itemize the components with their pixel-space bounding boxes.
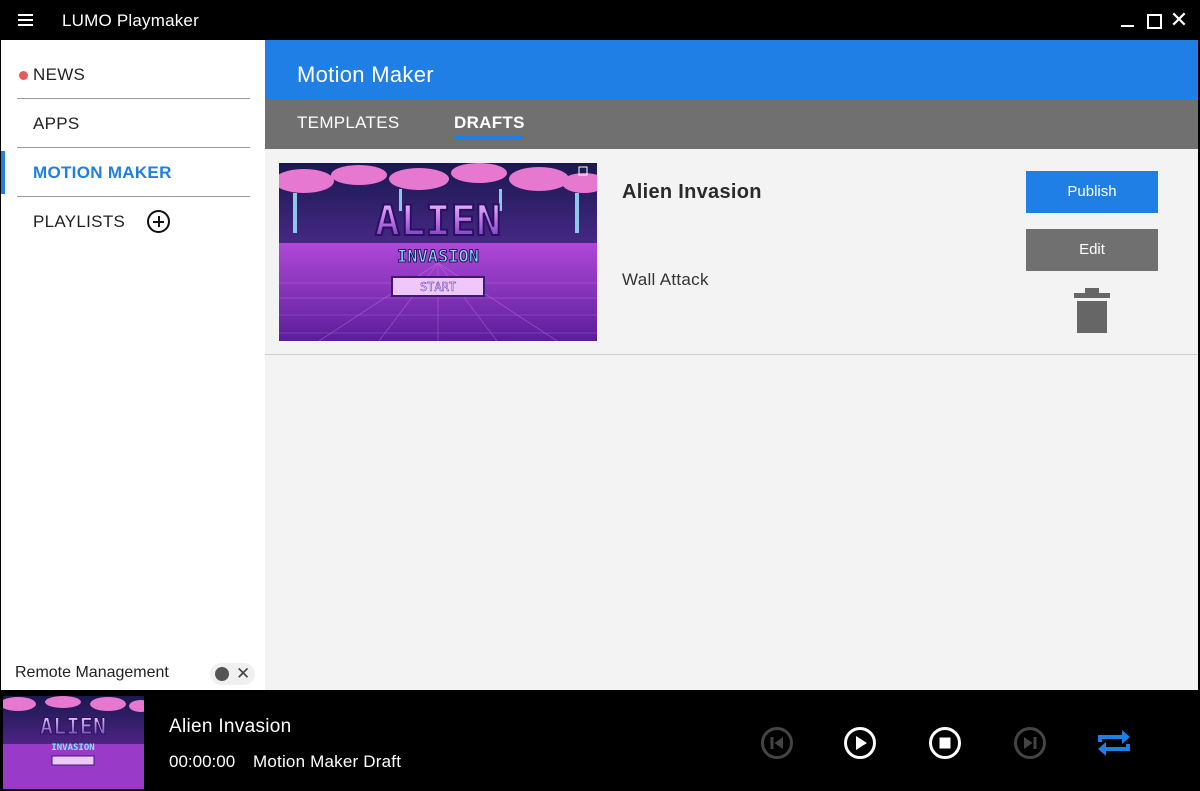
sidebar: NEWS APPS MOTION MAKER PLAYLISTS Remote … [1,40,265,690]
toggle-knob [215,667,229,681]
hamburger-menu-icon[interactable] [18,14,33,26]
trash-icon[interactable] [1072,288,1112,334]
toggle-off-icon: ✕ [236,664,251,683]
close-window-button[interactable]: ✕ [1169,9,1189,31]
now-playing-source: Motion Maker Draft [253,752,402,771]
sidebar-item-label: APPS [33,114,80,133]
minimize-button[interactable] [1118,10,1138,30]
thumbnail-title-text: ALIEN [375,196,501,245]
active-indicator [1,151,5,194]
thumbnail-subtitle-text: INVASION [51,743,94,753]
skip-next-icon[interactable] [1013,726,1047,760]
draft-template-name: Wall Attack [622,270,709,289]
skip-previous-icon[interactable] [760,726,794,760]
page-header: Motion Maker [265,40,1198,99]
thumbnail-start-text: START [420,280,456,294]
play-icon[interactable] [843,726,877,760]
remote-management-label: Remote Management [15,664,169,681]
notification-dot [19,71,28,80]
edit-button[interactable]: Edit [1026,229,1158,271]
now-playing-title: Alien Invasion [169,716,292,737]
draft-thumbnail[interactable]: ALIEN INVASION START [279,163,597,341]
draft-item: ALIEN INVASION START Alien Invasion Wall… [265,149,1198,355]
thumbnail-title-text: ALIEN [40,715,106,740]
tab-drafts[interactable]: DRAFTS [454,113,525,133]
maximize-button[interactable] [1143,10,1163,30]
thumbnail-subtitle-text: INVASION [397,247,479,267]
drafts-list: ALIEN INVASION START Alien Invasion Wall… [265,149,1198,690]
sidebar-item-news[interactable]: NEWS [17,50,250,99]
sidebar-item-playlists[interactable]: PLAYLISTS [17,197,250,246]
publish-button[interactable]: Publish [1026,171,1158,213]
active-tab-underline [454,136,523,140]
sidebar-item-label: NEWS [33,65,86,84]
sidebar-item-motion-maker[interactable]: MOTION MAKER [17,148,250,197]
player-thumbnail: ALIEN INVASION [3,696,144,789]
draft-title: Alien Invasion [622,181,762,203]
player-bar: ALIEN INVASION Alien Invasion 00:00:00 M… [0,690,1200,791]
remote-management-toggle[interactable]: ✕ [210,663,255,685]
tab-templates[interactable]: TEMPLATES [297,113,400,133]
sidebar-item-label: PLAYLISTS [33,212,126,231]
app-title: LUMO Playmaker [62,11,199,30]
title-bar: LUMO Playmaker ✕ [0,0,1200,40]
sidebar-item-apps[interactable]: APPS [17,99,250,148]
sidebar-item-label: MOTION MAKER [33,163,172,182]
tab-bar: TEMPLATES DRAFTS [265,99,1198,149]
page-title: Motion Maker [297,62,434,87]
repeat-icon[interactable] [1096,728,1132,758]
add-playlist-icon[interactable] [147,210,170,233]
stop-icon[interactable] [928,726,962,760]
playback-time: 00:00:00 [169,752,236,771]
